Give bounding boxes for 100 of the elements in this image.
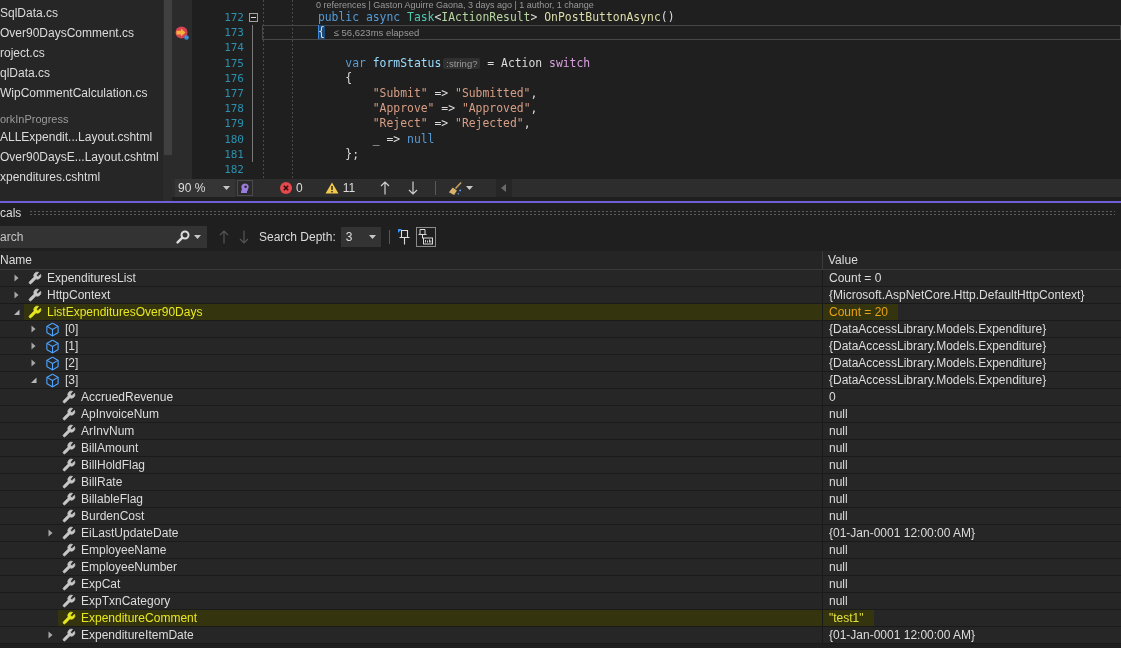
code-line: "Submit" => "Submitted",: [372, 87, 538, 101]
variable-name[interactable]: ExpTxnCategory: [81, 594, 171, 608]
variable-name[interactable]: ExpCat: [81, 577, 121, 591]
column-header[interactable]: Value: [828, 253, 858, 267]
variable-name[interactable]: [1]: [65, 339, 79, 353]
folder-name[interactable]: orkInProgress: [0, 112, 69, 126]
perf-tip[interactable]: ≤ 56,623ms elapsed: [333, 27, 420, 39]
variable-value: null: [828, 423, 849, 439]
file-name[interactable]: SqlData.cs: [0, 6, 59, 20]
file-name[interactable]: Over90DaysE...Layout.cshtml: [0, 150, 159, 164]
file-name[interactable]: roject.cs: [0, 46, 45, 60]
variable-name[interactable]: EmployeeNumber: [81, 560, 178, 574]
wrench-icon: [62, 577, 76, 591]
warning-count: 11: [342, 181, 356, 195]
file-name[interactable]: xpenditures.cshtml: [0, 170, 101, 184]
line-number: 182: [224, 161, 244, 178]
codelens-info[interactable]: 0 references | Gaston Aguirre Gaona, 3 days ago | 1 author, 1 change: [316, 0, 594, 10]
search-field[interactable]: arch: [0, 226, 170, 248]
triangle-right-icon[interactable]: [12, 291, 20, 299]
error-icon[interactable]: [280, 182, 292, 194]
wrench-icon: [62, 407, 76, 421]
search-depth-label: Search Depth:: [259, 230, 336, 244]
triangle-right-icon[interactable]: [29, 359, 37, 367]
variable-name[interactable]: ArInvNum: [81, 424, 135, 438]
variable-value: null: [828, 559, 849, 575]
breakpoint-arrow-icon[interactable]: [175, 25, 189, 40]
triangle-down-icon[interactable]: [29, 376, 37, 384]
caret-icon[interactable]: [466, 186, 474, 190]
variable-name[interactable]: ApInvoiceNum: [81, 407, 160, 421]
variable-name[interactable]: [3]: [65, 373, 79, 387]
variable-name[interactable]: [2]: [65, 356, 79, 370]
variable-name[interactable]: HttpContext: [47, 288, 111, 302]
variable-value: null: [828, 457, 849, 473]
file-name[interactable]: Over90DaysComment.cs: [0, 26, 135, 40]
caret-icon[interactable]: [194, 235, 201, 239]
cube-icon: [45, 355, 60, 371]
caret-icon[interactable]: [368, 235, 376, 239]
triangle-down-icon[interactable]: [12, 308, 20, 316]
line-number: 173: [224, 25, 244, 41]
variable-name[interactable]: ListExpendituresOver90Days: [47, 305, 203, 319]
code-line: var formStatus :string? = Action switch: [345, 56, 591, 70]
search-icon: [176, 230, 190, 244]
wrench-icon: [62, 509, 76, 523]
scroll-left-button[interactable]: [496, 179, 513, 197]
variable-value: null: [828, 491, 849, 507]
triangle-right-icon[interactable]: [29, 325, 37, 333]
file-name[interactable]: WipCommentCalculation.cs: [0, 86, 148, 100]
variable-value: null: [828, 440, 849, 456]
wrench-icon: [62, 560, 76, 574]
depth-dropdown[interactable]: 3: [340, 227, 381, 247]
code-line: };: [345, 147, 359, 161]
file-name[interactable]: qlData.cs: [0, 66, 51, 80]
variable-name[interactable]: EmployeeName: [81, 543, 167, 557]
file-name[interactable]: ALLExpendit...Layout.cshtml: [0, 130, 153, 144]
wrench-icon: [62, 543, 76, 557]
column-header[interactable]: Name: [0, 253, 32, 267]
variable-name[interactable]: BillRate: [81, 475, 123, 489]
triangle-right-icon[interactable]: [12, 274, 20, 282]
variable-value: {DataAccessLibrary.Models.Expenditure}: [828, 338, 1048, 354]
triangle-right-icon[interactable]: [46, 631, 54, 639]
variable-name[interactable]: ExpenditureComment: [81, 611, 198, 625]
variable-value: {Microsoft.AspNetCore.Http.DefaultHttpContext}: [828, 287, 1086, 303]
wrench-icon: [62, 526, 76, 540]
wrench-icon: [62, 458, 76, 472]
collapse-icon[interactable]: [248, 13, 258, 23]
variable-value: {01-Jan-0001 12:00:00 AM}: [828, 627, 977, 643]
variable-name[interactable]: EiLastUpdateDate: [81, 526, 179, 540]
triangle-right-icon[interactable]: [46, 529, 54, 537]
variable-name[interactable]: AccruedRevenue: [81, 390, 174, 404]
cube-icon: [45, 372, 60, 388]
variable-value: "test1": [823, 610, 874, 626]
zoom-dropdown[interactable]: 90 %: [175, 179, 235, 197]
pin-icon[interactable]: [397, 229, 410, 245]
caret-icon[interactable]: [223, 186, 230, 190]
pin-box-icon[interactable]: [415, 227, 436, 247]
line-number: 174: [224, 40, 244, 56]
variable-name[interactable]: BillableFlag: [81, 492, 144, 506]
wrench-icon: [62, 424, 76, 438]
variable-value: {01-Jan-0001 12:00:00 AM}: [828, 525, 977, 541]
line-number: 179: [224, 116, 244, 132]
head-profile-icon[interactable]: [237, 180, 253, 196]
wrench-icon: [28, 305, 42, 319]
triangle-right-icon[interactable]: [29, 342, 37, 350]
variable-name[interactable]: ExpenditureItemDate: [81, 628, 194, 642]
variable-name[interactable]: BillHoldFlag: [81, 458, 146, 472]
broom-icon[interactable]: [448, 180, 464, 196]
warning-icon[interactable]: [324, 182, 339, 194]
variable-name[interactable]: [0]: [65, 322, 79, 336]
scrollbar[interactable]: [163, 0, 172, 155]
wrench-icon: [62, 475, 76, 489]
line-number: 172: [224, 10, 244, 26]
wrench-icon: [28, 271, 42, 285]
variable-name[interactable]: ExpendituresList: [47, 271, 136, 285]
wrench-icon: [62, 628, 76, 642]
variable-value: Count = 0: [828, 270, 883, 286]
line-number: 176: [224, 70, 244, 86]
variable-name[interactable]: BurdenCost: [81, 509, 145, 523]
search-dropdown[interactable]: [170, 226, 207, 248]
variable-name[interactable]: BillAmount: [81, 441, 139, 455]
variable-value: null: [828, 542, 849, 558]
